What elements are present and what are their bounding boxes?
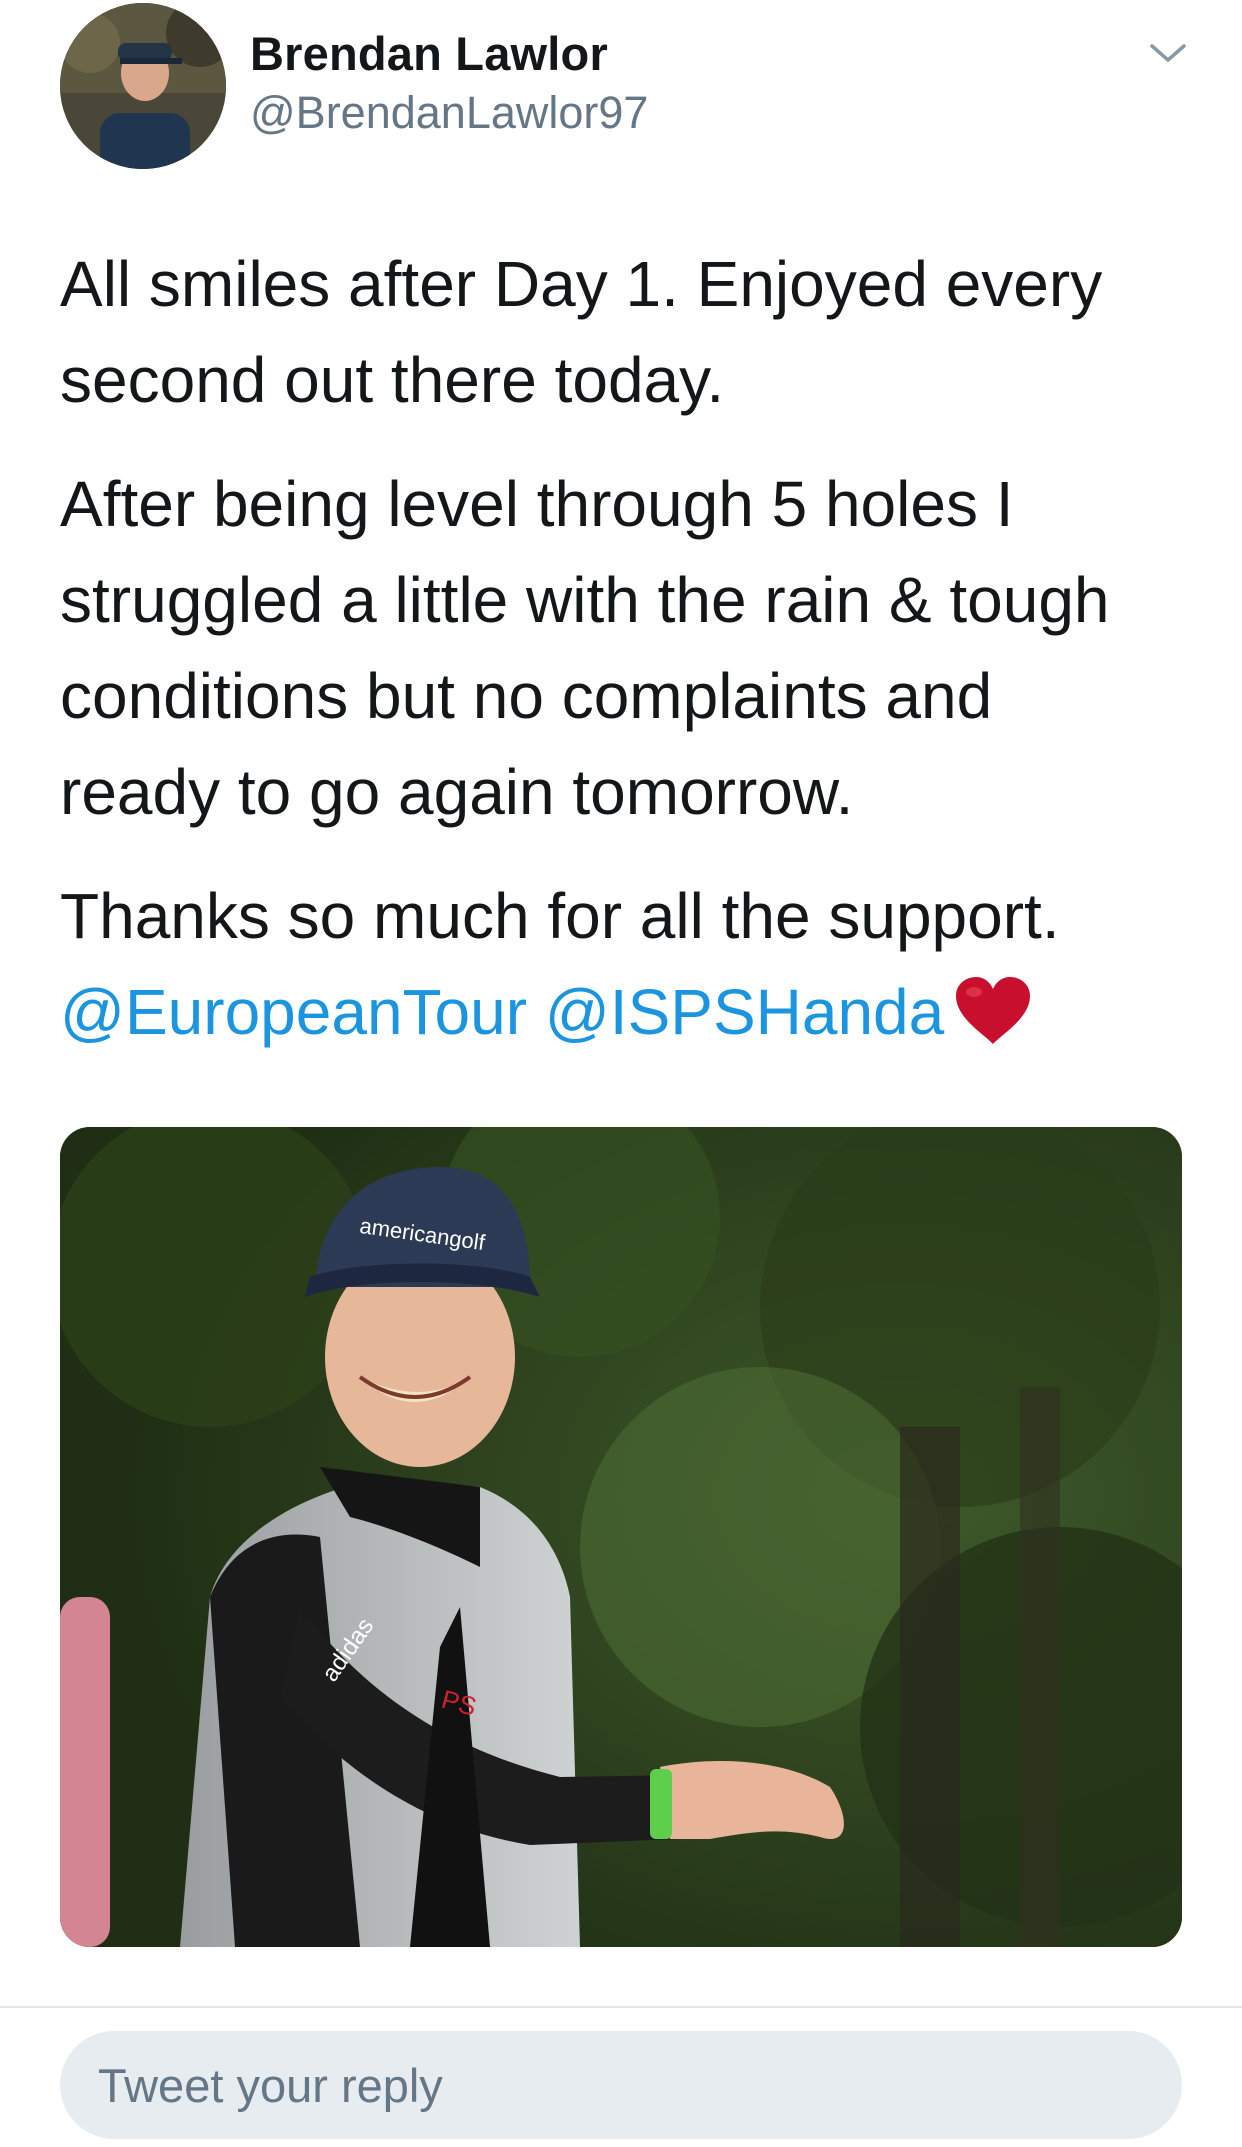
avatar[interactable] — [60, 3, 226, 169]
mention-european-tour[interactable]: @EuropeanTour — [60, 976, 527, 1048]
tweet-line: struggled a little with the rain & tough — [60, 564, 1110, 636]
avatar-photo — [60, 3, 226, 169]
tweet-line: ready to go again tomorrow. — [60, 756, 854, 828]
tweet-line: After being level through 5 holes I — [60, 468, 1014, 540]
tweet-line: All smiles after Day 1. Enjoyed every — [60, 248, 1103, 320]
mentions-line: @EuropeanTour @ISPSHanda — [60, 964, 1190, 1060]
reply-input[interactable]: Tweet your reply — [60, 2031, 1182, 2139]
reply-placeholder: Tweet your reply — [98, 2059, 443, 2112]
golfer-photo: americangolf adidas PS — [60, 1127, 1182, 1947]
tweet-text: All smiles after Day 1. Enjoyed every se… — [60, 236, 1190, 1060]
display-name[interactable]: Brendan Lawlor — [250, 26, 608, 81]
user-handle[interactable]: @BrendanLawlor97 — [250, 87, 648, 139]
divider — [0, 2006, 1242, 2008]
mention-isps-handa[interactable]: @ISPSHanda — [545, 976, 944, 1048]
tweet-header: Brendan Lawlor @BrendanLawlor97 — [0, 0, 1242, 190]
tweet-line: second out there today. — [60, 344, 725, 416]
tweet-line: Thanks so much for all the support. — [60, 880, 1060, 952]
heart-icon — [954, 976, 1032, 1046]
tweet-line: conditions but no complaints and — [60, 660, 993, 732]
tweet-photo[interactable]: americangolf adidas PS — [60, 1127, 1182, 1947]
chevron-down-icon[interactable] — [1148, 38, 1188, 68]
